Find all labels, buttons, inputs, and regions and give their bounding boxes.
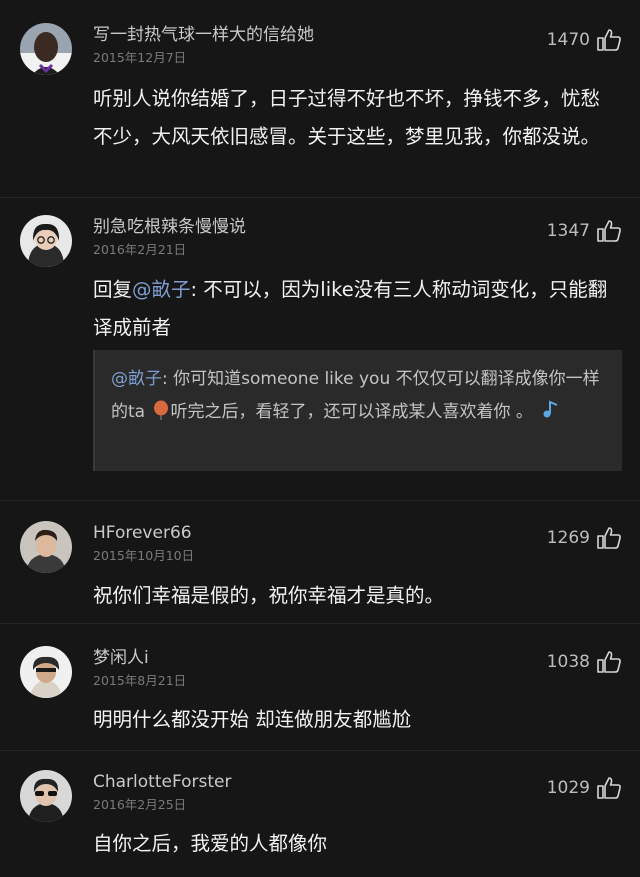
mention-link[interactable]: @畝子 — [132, 278, 191, 301]
like-count: 1269 — [546, 528, 590, 548]
comment-date: 2015年10月10日 — [93, 548, 195, 563]
comment-feed: 写一封热气球一样大的信给她 2015年12月7日 1470 听别人说你结婚了，日… — [0, 0, 640, 877]
comment-item: HForever66 2015年10月10日 1269 祝你们幸福是假的，祝你幸… — [0, 501, 640, 621]
like-control[interactable]: 1347 — [547, 219, 622, 243]
like-count: 1029 — [546, 778, 590, 798]
avatar[interactable] — [20, 646, 72, 698]
comment-item: CharlotteForster 2016年2月25日 1029 自你之后，我爱… — [0, 751, 640, 877]
username[interactable]: HForever66 — [93, 523, 192, 543]
thumbs-up-icon[interactable] — [596, 526, 622, 550]
comment-date: 2016年2月25日 — [93, 797, 187, 812]
username[interactable]: 写一封热气球一样大的信给她 — [93, 25, 314, 45]
username[interactable]: 别急吃根辣条慢慢说 — [93, 217, 246, 237]
comment-date: 2015年8月21日 — [93, 673, 187, 688]
comment-item: 梦闲人i 2015年8月21日 1038 明明什么都没开始 却连做朋友都尴尬 — [0, 624, 640, 749]
music-note-icon — [542, 398, 560, 431]
like-control[interactable]: 1029 — [547, 776, 622, 800]
quote-text: @畝子: 你可知道someone like you 不仅仅可以翻译成像你一样的t… — [111, 363, 616, 432]
like-control[interactable]: 1470 — [547, 28, 622, 52]
comment-body: 听别人说你结婚了，日子过得不好也不坏，挣钱不多，忧愁不少，大风天依旧感冒。关于这… — [93, 87, 601, 148]
like-control[interactable]: 1038 — [547, 650, 622, 674]
username[interactable]: 梦闲人i — [93, 648, 149, 668]
comment-item: 写一封热气球一样大的信给她 2015年12月7日 1470 听别人说你结婚了，日… — [0, 0, 640, 200]
comment-body: 自你之后，我爱的人都像你 — [93, 832, 328, 855]
quote-continuation: 听完之后，看轻了，还可以译成某人喜欢着你 。 — [170, 402, 533, 422]
avatar[interactable] — [20, 215, 72, 267]
like-control[interactable]: 1269 — [547, 526, 622, 550]
avatar[interactable] — [20, 770, 72, 822]
comment-body: 明明什么都没开始 却连做朋友都尴尬 — [93, 708, 412, 731]
balloon-icon — [152, 399, 170, 432]
thumbs-up-icon[interactable] — [596, 650, 622, 674]
comment-date: 2016年2月21日 — [93, 242, 187, 257]
thumbs-up-icon[interactable] — [596, 776, 622, 800]
username[interactable]: CharlotteForster — [93, 772, 232, 792]
like-count: 1470 — [546, 30, 590, 50]
quoted-comment[interactable]: @畝子: 你可知道someone like you 不仅仅可以翻译成像你一样的t… — [93, 350, 622, 471]
thumbs-up-icon[interactable] — [596, 28, 622, 52]
comment-body: 祝你们幸福是假的，祝你幸福才是真的。 — [93, 584, 445, 607]
comment-body: 回复@畝子: 不可以，因为like没有三人称动词变化，只能翻译成前者 — [93, 271, 613, 347]
like-count: 1038 — [546, 652, 590, 672]
comment-item: 别急吃根辣条慢慢说 2016年2月21日 1347 回复@畝子: 不可以，因为l… — [0, 198, 640, 500]
avatar[interactable] — [20, 23, 72, 75]
comment-date: 2015年12月7日 — [93, 50, 187, 65]
thumbs-up-icon[interactable] — [596, 219, 622, 243]
mention-link[interactable]: @畝子 — [111, 369, 162, 389]
avatar[interactable] — [20, 521, 72, 573]
reply-prefix: 回复 — [93, 278, 133, 301]
like-count: 1347 — [546, 221, 590, 241]
